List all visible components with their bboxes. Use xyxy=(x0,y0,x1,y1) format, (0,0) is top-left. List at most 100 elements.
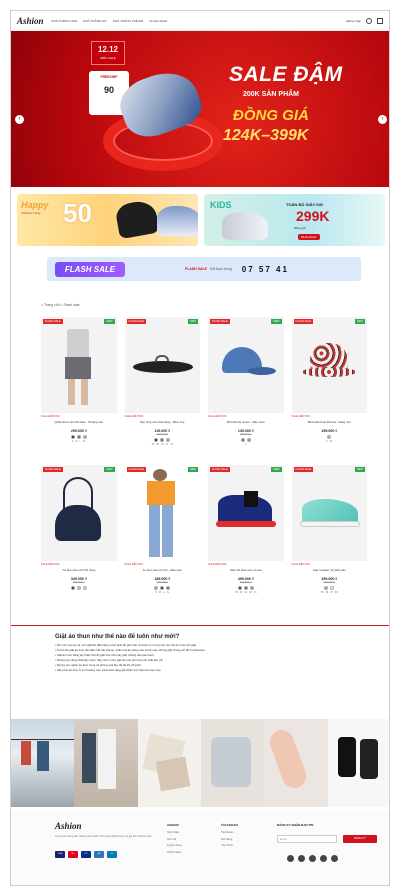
product-name[interactable]: Quần short nam thể thao - Thoáng mát xyxy=(41,421,117,428)
product-image[interactable]: FLASH SALE NEW xyxy=(41,465,117,561)
article-paragraph: • Trước khi giặt áo thun cần đảo mặt trá… xyxy=(55,648,206,652)
product-name[interactable]: Dép tông nam thời trang - Mềm nhẹ xyxy=(125,421,201,428)
footer-column-title: ASHION xyxy=(167,823,179,827)
product-image[interactable]: FLASH SALE NEW xyxy=(208,317,284,413)
color-swatch[interactable] xyxy=(76,586,81,590)
lifestyle-photo[interactable] xyxy=(200,719,265,807)
newsletter-email-input[interactable]: Email xyxy=(277,835,337,843)
product-name[interactable]: Giày sneaker nữ phối màu xyxy=(292,569,368,576)
care-article: Giặt áo thun như thế nào để luôn như mới… xyxy=(11,625,389,673)
nav-item-women[interactable]: Phổ thông nữ xyxy=(83,19,107,23)
search-icon[interactable] xyxy=(366,17,372,24)
nav-item-flash-sale[interactable]: Flash sale xyxy=(149,19,167,23)
promo-banner-children[interactable]: Happy Children's Day 50 xyxy=(17,194,198,246)
product-card[interactable]: FLASH SALE NEW SALE ĐẾN 50% Mũ lưỡi trai… xyxy=(208,317,284,457)
footer-link[interactable]: Giỏ hàng xyxy=(221,837,238,841)
color-swatch[interactable] xyxy=(324,586,329,590)
footer-link[interactable]: Yêu thích xyxy=(221,843,238,847)
nav-item-men[interactable]: Phổ thông nam xyxy=(52,19,78,23)
product-card[interactable]: FLASH SALE NEW SALE ĐẾN 50% Mũ bucket ho… xyxy=(291,317,368,457)
youtube-icon[interactable] xyxy=(309,855,316,862)
social-links xyxy=(287,855,338,862)
product-old-price: 599.000 ₫ xyxy=(240,581,252,584)
subscribe-button[interactable]: ĐĂNG KÝ xyxy=(343,835,377,843)
lifestyle-photo[interactable] xyxy=(11,719,75,807)
color-swatch[interactable] xyxy=(82,586,87,590)
color-swatch[interactable] xyxy=(160,586,165,590)
footer-link[interactable]: Tài khoản xyxy=(221,830,238,834)
hero-subtitle: 200K SẢN PHẨM xyxy=(243,91,300,98)
product-image[interactable]: FLASH SALE NEW xyxy=(41,317,117,413)
color-swatch[interactable] xyxy=(70,435,75,439)
color-swatch[interactable] xyxy=(82,435,87,439)
footer-link[interactable]: Chính sách xyxy=(167,850,182,854)
product-grid-row: FLASH SALE NEW SALE ĐẾN 50% Túi đeo chéo… xyxy=(41,465,367,605)
hero-uniform-price: ĐỒNG GIÁ xyxy=(233,107,309,124)
product-name[interactable]: Mũ lưỡi trai unisex - Màu xanh xyxy=(208,421,284,428)
footer-link[interactable]: Liên hệ xyxy=(167,837,182,841)
product-name[interactable]: Túi đeo chéo nữ thời trang xyxy=(41,569,117,576)
new-badge: NEW xyxy=(271,467,282,472)
color-swatch[interactable] xyxy=(166,438,171,442)
sale-note: SALE ĐẾN 50% xyxy=(124,563,144,566)
promo-buy-button[interactable]: MUA NGAY xyxy=(298,234,320,240)
color-swatch[interactable] xyxy=(243,586,248,590)
mastercard-icon: MC xyxy=(68,851,78,858)
color-swatch[interactable] xyxy=(237,586,242,590)
nav-item-kids[interactable]: Phổ thông trẻ em xyxy=(113,19,143,23)
new-badge: NEW xyxy=(104,319,115,324)
color-swatch[interactable] xyxy=(160,438,165,442)
footer-logo[interactable]: Ashion xyxy=(55,821,82,831)
color-swatch[interactable] xyxy=(154,586,159,590)
product-card[interactable]: FLASH SALE NEW SALE ĐẾN 50% Giày thể tha… xyxy=(208,465,284,605)
twitter-icon[interactable] xyxy=(298,855,305,862)
footer-link[interactable]: Tuyển dụng xyxy=(167,843,182,847)
promo-banner-kids[interactable]: KIDS TOÀN BỘ GIÀY KID 299K đồng giá MUA … xyxy=(204,194,385,246)
product-image[interactable]: FLASH SALE NEW xyxy=(291,317,367,413)
logo[interactable]: Ashion xyxy=(17,16,44,26)
color-swatch[interactable] xyxy=(330,586,335,590)
lifestyle-photo[interactable] xyxy=(264,719,328,807)
visa-icon: VISA xyxy=(55,851,65,858)
login-link[interactable]: Đăng nhập xyxy=(346,19,361,23)
product-card[interactable]: FLASH SALE NEW SALE ĐẾN 50% Giày sneaker… xyxy=(291,465,368,605)
breadcrumb[interactable]: ⌂ Trang chủ > Flash sale xyxy=(41,303,80,307)
cart-icon[interactable] xyxy=(377,17,383,24)
color-swatch[interactable] xyxy=(240,438,245,442)
product-card[interactable]: FLASH SALE NEW SALE ĐẾN 50% Túi đeo chéo… xyxy=(41,465,117,605)
color-swatch[interactable] xyxy=(76,435,81,439)
article-title: Giặt áo thun như thế nào để luôn như mới… xyxy=(55,634,180,640)
product-card[interactable]: FLASH SALE NEW SALE ĐẾN 50% Quần short n… xyxy=(41,317,117,457)
color-swatches xyxy=(125,438,201,442)
color-swatch[interactable] xyxy=(327,435,332,439)
product-image[interactable]: FLASH SALE NEW xyxy=(208,465,284,561)
sale-note: SALE ĐẾN 50% xyxy=(208,563,227,566)
product-name[interactable]: Áo thun nam cổ tròn - Màu cam xyxy=(125,569,201,576)
lifestyle-photo[interactable] xyxy=(327,719,389,807)
sale-note: SALE ĐẾN 50% xyxy=(41,563,60,566)
product-image[interactable]: FLASH SALE NEW xyxy=(124,317,200,413)
hero-price-range: 124K–399K xyxy=(223,127,309,144)
prev-arrow-icon[interactable]: ‹ xyxy=(15,115,24,124)
lifestyle-photo[interactable] xyxy=(74,719,138,807)
lifestyle-photo-strip xyxy=(11,719,389,807)
footer-column-title: TÀI KHOẢN xyxy=(221,823,238,827)
color-swatch[interactable] xyxy=(154,438,159,442)
product-card[interactable]: FLASH SALE NEW SALE ĐẾN 50% Áo thun nam … xyxy=(124,465,201,605)
instagram-icon[interactable] xyxy=(320,855,327,862)
footer-link[interactable]: Giới thiệu xyxy=(167,830,182,834)
color-swatch[interactable] xyxy=(70,586,75,590)
color-swatch[interactable] xyxy=(246,438,251,442)
pinterest-icon[interactable] xyxy=(331,855,338,862)
product-card[interactable]: FLASH SALE NEW SALE ĐẾN 50% Dép tông nam… xyxy=(124,317,201,457)
color-swatch[interactable] xyxy=(249,586,254,590)
hero-banner[interactable]: 12.12 SIÊU SALE FREESHIP 90 SALE ĐẬM 200K … xyxy=(11,31,389,187)
product-name[interactable]: Giày thể thao nam cổ cao xyxy=(208,569,284,576)
lifestyle-photo[interactable] xyxy=(137,719,201,807)
color-swatch[interactable] xyxy=(166,586,171,590)
product-name[interactable]: Mũ bucket hoạ tiết hoa - Hàng mới xyxy=(292,421,368,428)
next-arrow-icon[interactable]: › xyxy=(378,115,387,124)
product-image[interactable]: FLASH SALE NEW xyxy=(291,465,367,561)
product-image[interactable]: FLASH SALE NEW xyxy=(124,465,200,561)
facebook-icon[interactable] xyxy=(287,855,294,862)
